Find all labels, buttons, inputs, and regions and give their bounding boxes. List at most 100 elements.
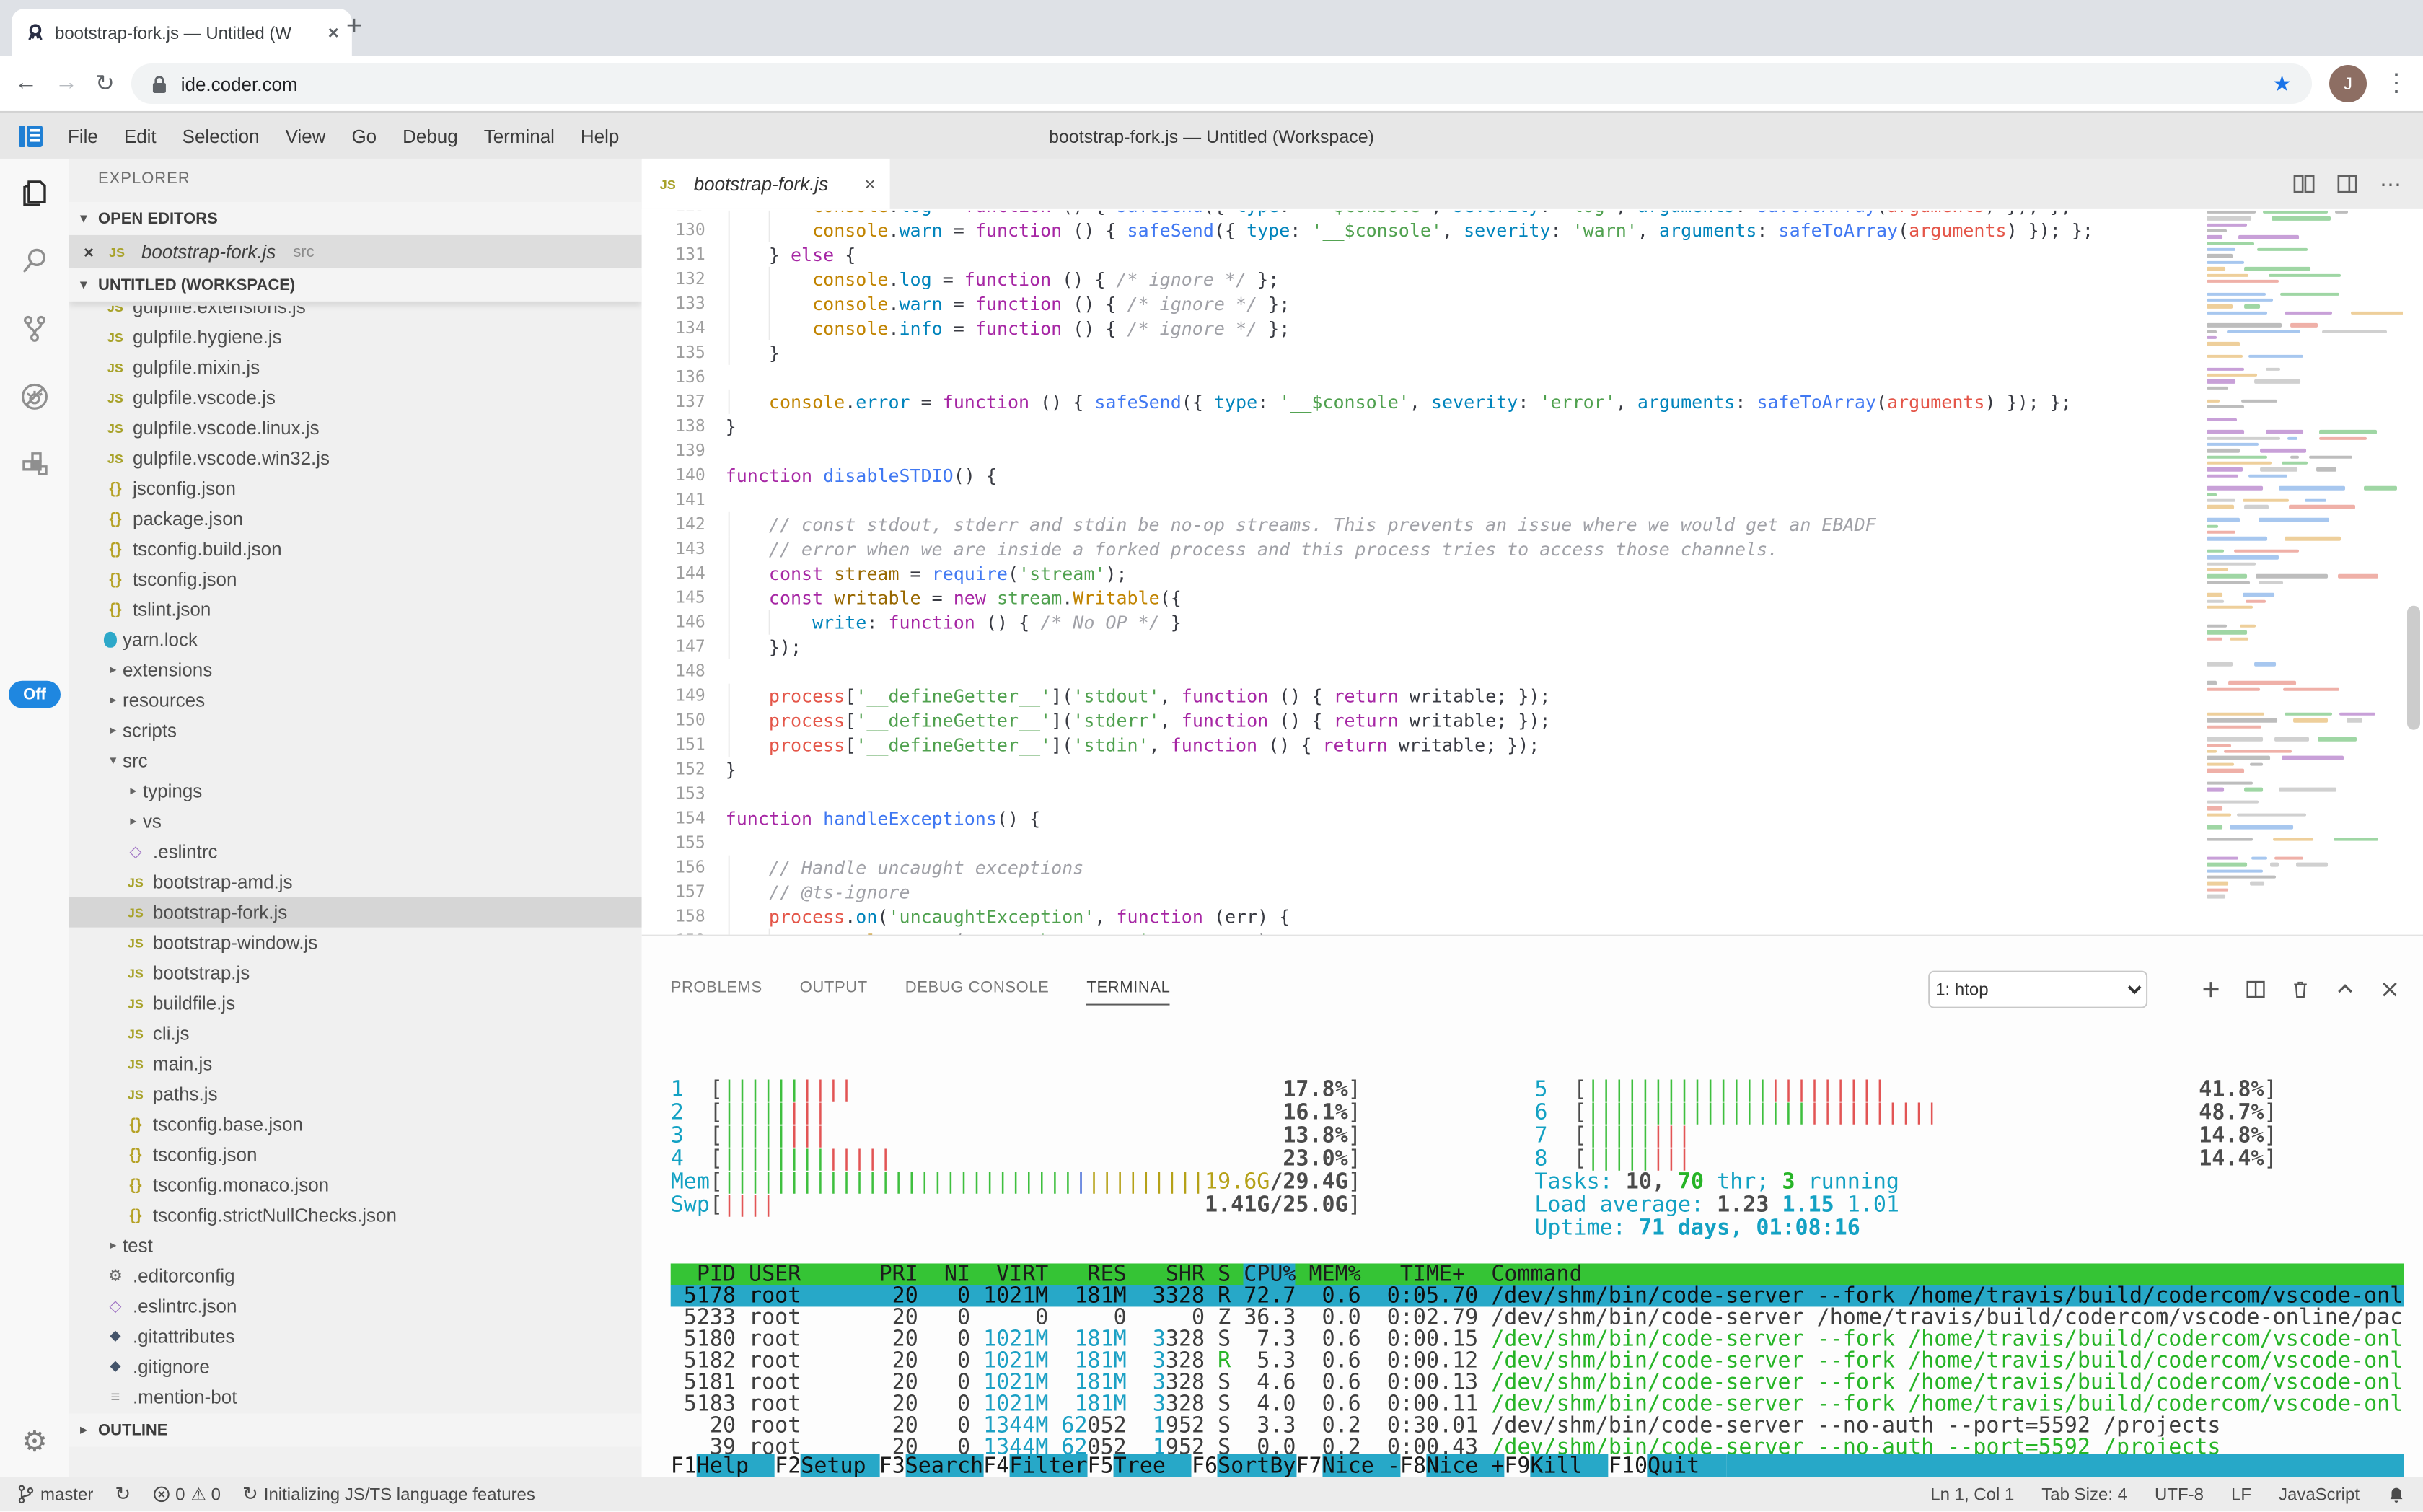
browser-menu-icon[interactable]: ⋮ [2384,69,2409,98]
new-tab-button[interactable]: + [346,12,362,43]
status-badge[interactable]: Off [9,681,61,708]
panel-tab-debug-console[interactable]: DEBUG CONSOLE [905,980,1050,1006]
process-row[interactable]: 5178 root 20 0 1021M 181M 3328 R 72.7 0.… [671,1285,2404,1306]
file-row-tsconfig.json[interactable]: {}tsconfig.json [69,1140,642,1170]
file-row-resources[interactable]: ▸resources [69,685,642,716]
open-editors-header[interactable]: ▾ OPEN EDITORS [69,202,642,235]
file-row-package.json[interactable]: {}package.json [69,504,642,534]
file-row-.gitattributes[interactable]: ◆.gitattributes [69,1321,642,1351]
settings-gear-icon[interactable]: ⚙ [0,1423,69,1459]
close-icon[interactable]: × [84,242,94,262]
editor-tab-bootstrap-fork[interactable]: JS bootstrap-fork.js × [642,159,890,209]
code-area[interactable]: 129 console.log = function () { safeSend… [642,211,2199,935]
menu-debug[interactable]: Debug [390,126,471,147]
file-row-bootstrap-fork.js[interactable]: JSbootstrap-fork.js [69,897,642,928]
file-row-scripts[interactable]: ▸scripts [69,716,642,746]
url-bar[interactable]: ide.coder.com ★ [132,63,2312,104]
explorer-icon[interactable] [0,159,69,227]
source-control-icon[interactable] [0,294,69,362]
file-row-bootstrap.js[interactable]: JSbootstrap.js [69,958,642,988]
sync-icon[interactable]: ↻ [115,1482,131,1506]
process-row[interactable]: 5181 root 20 0 1021M 181M 3328 S 4.6 0.6… [671,1371,2404,1393]
panel-tab-problems[interactable]: PROBLEMS [671,980,762,1006]
process-row[interactable]: 5233 root 20 0 0 0 0 Z 36.3 0.0 0:02.79 … [671,1306,2404,1328]
debug-icon[interactable] [0,362,69,430]
close-icon[interactable]: × [864,173,875,195]
process-row[interactable]: 5180 root 20 0 1021M 181M 3328 S 7.3 0.6… [671,1328,2404,1350]
file-row-vs[interactable]: ▸vs [69,806,642,837]
file-row-main.js[interactable]: JSmain.js [69,1049,642,1079]
extensions-icon[interactable] [0,430,69,498]
bell-icon[interactable] [2387,1485,2406,1503]
file-row-.mention-bot[interactable]: ≡.mention-bot [69,1381,642,1412]
file-row-tsconfig.json[interactable]: {}tsconfig.json [69,564,642,594]
file-row-cli.js[interactable]: JScli.js [69,1019,642,1049]
fkey-f2[interactable]: F2 [775,1454,801,1477]
menu-go[interactable]: Go [338,126,390,147]
maximize-panel-icon[interactable] [2335,980,2355,1000]
file-row-jsconfig.json[interactable]: {}jsconfig.json [69,473,642,504]
file-row-bootstrap-amd.js[interactable]: JSbootstrap-amd.js [69,867,642,897]
file-row-.eslintrc.json[interactable]: ◇.eslintrc.json [69,1291,642,1321]
fkey-f3[interactable]: F3 [879,1454,905,1477]
encoding[interactable]: UTF-8 [2155,1484,2204,1504]
editor-scrollbar[interactable] [2407,606,2420,730]
file-row-.gitignore[interactable]: ◆.gitignore [69,1351,642,1381]
eol[interactable]: LF [2231,1484,2251,1504]
new-terminal-icon[interactable] [2201,980,2221,1000]
file-row-typings[interactable]: ▸typings [69,776,642,806]
file-row-buildfile.js[interactable]: JSbuildfile.js [69,988,642,1019]
menu-help[interactable]: Help [568,126,632,147]
file-row-gulpfile.extensions.js[interactable]: JSgulpfile.extensions.js [69,306,642,322]
file-row-tsconfig.strictNullChecks.json[interactable]: {}tsconfig.strictNullChecks.json [69,1200,642,1231]
process-row[interactable]: 20 root 20 0 1344M 62052 1952 S 3.3 0.2 … [671,1415,2404,1436]
browser-tab[interactable]: bootstrap-fork.js — Untitled (W × [12,9,352,56]
menu-edit[interactable]: Edit [111,126,170,147]
tab-size[interactable]: Tab Size: 4 [2041,1484,2127,1504]
toggle-layout-icon[interactable] [2336,173,2358,195]
back-icon[interactable]: ← [14,71,38,97]
menu-file[interactable]: File [55,126,111,147]
fkey-f10[interactable]: F10 [1609,1454,1648,1477]
kill-terminal-icon[interactable] [2290,980,2310,1000]
file-row-gulpfile.mixin.js[interactable]: JSgulpfile.mixin.js [69,352,642,382]
file-row-tslint.json[interactable]: {}tslint.json [69,594,642,625]
outline-header[interactable]: ▸ OUTLINE [69,1413,642,1446]
more-actions-icon[interactable]: ⋯ [2380,171,2401,197]
split-editor-icon[interactable] [2293,173,2315,195]
fkey-f6[interactable]: F6 [1192,1454,1218,1477]
process-row[interactable]: 5183 root 20 0 1021M 181M 3328 S 4.0 0.6… [671,1393,2404,1415]
split-terminal-icon[interactable] [2246,980,2266,1000]
branch-item[interactable]: master [17,1484,93,1504]
fkey-f7[interactable]: F7 [1296,1454,1322,1477]
panel-tab-terminal[interactable]: TERMINAL [1086,980,1170,1006]
minimap[interactable] [2201,211,2403,935]
file-row-gulpfile.hygiene.js[interactable]: JSgulpfile.hygiene.js [69,322,642,352]
file-row-tsconfig.base.json[interactable]: {}tsconfig.base.json [69,1109,642,1140]
fkey-f8[interactable]: F8 [1400,1454,1426,1477]
menu-terminal[interactable]: Terminal [471,126,568,147]
file-row-.editorconfig[interactable]: ⚙.editorconfig [69,1260,642,1291]
bookmark-star-icon[interactable]: ★ [2272,71,2292,97]
language-mode[interactable]: JavaScript [2279,1484,2360,1504]
file-row-paths.js[interactable]: JSpaths.js [69,1079,642,1109]
open-editor-item[interactable]: × JS bootstrap-fork.js src [69,235,642,268]
file-row-test[interactable]: ▸test [69,1230,642,1260]
fkey-f1[interactable]: F1 [671,1454,697,1477]
file-row-bootstrap-window.js[interactable]: JSbootstrap-window.js [69,928,642,958]
tab-close-icon[interactable]: × [328,22,339,43]
forward-icon[interactable]: → [55,71,78,97]
terminal-select[interactable]: 1: htop [1928,971,2147,1008]
process-row[interactable]: 5182 root 20 0 1021M 181M 3328 R 5.3 0.6… [671,1350,2404,1371]
fkey-f9[interactable]: F9 [1504,1454,1530,1477]
file-row-gulpfile.vscode.win32.js[interactable]: JSgulpfile.vscode.win32.js [69,443,642,473]
panel-tab-output[interactable]: OUTPUT [800,980,868,1006]
cursor-position[interactable]: Ln 1, Col 1 [1930,1484,2014,1504]
reload-icon[interactable]: ↻ [95,69,115,98]
fkey-f4[interactable]: F4 [983,1454,1009,1477]
fkey-f5[interactable]: F5 [1088,1454,1114,1477]
terminal[interactable]: PID USER PRI NI VIRT RES SHR S CPU% MEM%… [642,1017,2423,1477]
close-panel-icon[interactable] [2380,980,2400,1000]
file-row-gulpfile.vscode.linux.js[interactable]: JSgulpfile.vscode.linux.js [69,413,642,443]
file-row-gulpfile.vscode.js[interactable]: JSgulpfile.vscode.js [69,382,642,413]
